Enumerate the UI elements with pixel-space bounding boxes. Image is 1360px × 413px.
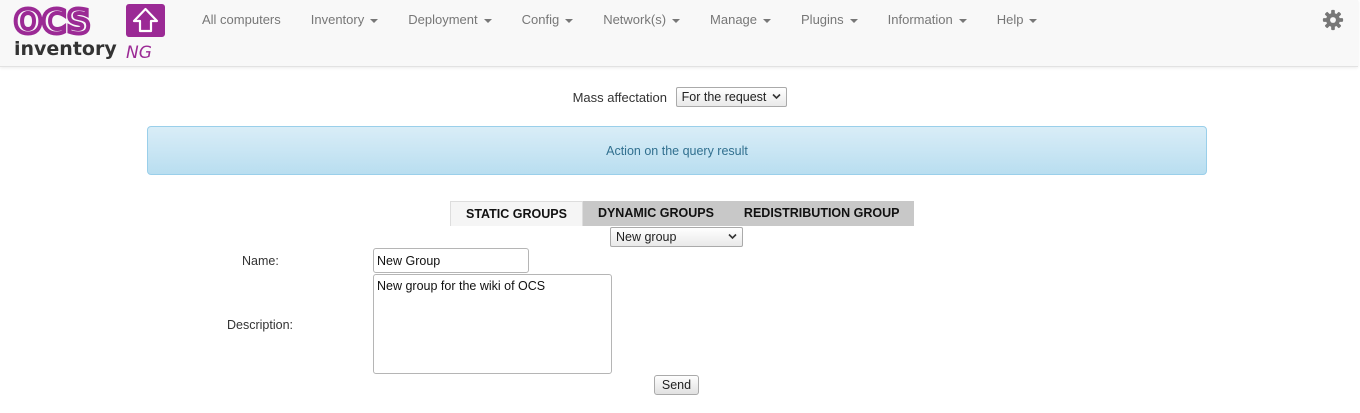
- nav-item-all-computers[interactable]: All computers: [187, 0, 296, 40]
- caret-down-icon: [849, 18, 858, 23]
- tab-static-groups[interactable]: STATIC GROUPS: [450, 201, 583, 226]
- description-label: Description:: [227, 318, 293, 332]
- nav-item-label: Help: [996, 12, 1024, 27]
- name-label: Name:: [242, 254, 279, 268]
- nav-item-help[interactable]: Help: [982, 0, 1053, 40]
- mass-affectation-row: Mass affectation For the request: [0, 87, 1360, 107]
- main-nav: All computers Inventory Deployment Confi…: [187, 0, 1052, 40]
- nav-item-config[interactable]: Config: [507, 0, 589, 40]
- nav-item-label: Information: [887, 12, 953, 27]
- nav-item-plugins[interactable]: Plugins: [786, 0, 873, 40]
- svg-text:NG: NG: [126, 43, 152, 61]
- caret-down-icon: [958, 18, 967, 23]
- svg-text:OCS: OCS: [14, 3, 91, 41]
- mass-affectation-label: Mass affectation: [572, 89, 668, 105]
- caret-down-icon: [370, 18, 379, 23]
- nav-item-label: Inventory: [310, 12, 365, 27]
- caret-down-icon: [1029, 18, 1038, 23]
- nav-item-deployment[interactable]: Deployment: [393, 0, 506, 40]
- nav-item-label: Network(s): [603, 12, 667, 27]
- info-alert: Action on the query result: [147, 126, 1207, 175]
- nav-item-label: All computers: [202, 12, 281, 27]
- nav-item-networks[interactable]: Network(s): [588, 0, 695, 40]
- caret-down-icon: [672, 18, 681, 23]
- chevron-down-icon: [772, 93, 781, 100]
- caret-down-icon: [763, 18, 772, 23]
- ocs-inventory-logo[interactable]: OCS inventory NG: [12, 3, 170, 61]
- caret-down-icon: [565, 18, 574, 23]
- nav-item-label: Manage: [710, 12, 758, 27]
- group-select[interactable]: New group: [610, 227, 743, 247]
- mass-affectation-value: For the request: [681, 90, 767, 104]
- tab-dynamic-groups[interactable]: DYNAMIC GROUPS: [582, 201, 729, 226]
- gear-icon[interactable]: [1322, 9, 1344, 31]
- caret-down-icon: [483, 18, 492, 23]
- nav-item-label: Config: [521, 12, 560, 27]
- mass-affectation-select[interactable]: For the request: [675, 87, 788, 107]
- name-input[interactable]: [373, 248, 529, 273]
- description-textarea[interactable]: New group for the wiki of OCS: [373, 274, 612, 374]
- nav-item-manage[interactable]: Manage: [695, 0, 786, 40]
- send-button[interactable]: Send: [654, 375, 699, 395]
- nav-item-information[interactable]: Information: [873, 0, 982, 40]
- nav-item-label: Deployment: [408, 12, 478, 27]
- top-navbar: OCS inventory NG All computers Inventory…: [0, 0, 1358, 67]
- svg-text:inventory: inventory: [14, 38, 117, 60]
- tab-redistribution-group[interactable]: REDISTRIBUTION GROUP: [728, 201, 915, 226]
- group-type-tabs: STATIC GROUPS DYNAMIC GROUPS REDISTRIBUT…: [450, 201, 915, 226]
- nav-item-inventory[interactable]: Inventory: [296, 0, 393, 40]
- group-select-value: New group: [616, 230, 677, 244]
- chevron-down-icon: [728, 233, 737, 240]
- info-alert-text: Action on the query result: [606, 143, 748, 158]
- nav-item-label: Plugins: [801, 12, 844, 27]
